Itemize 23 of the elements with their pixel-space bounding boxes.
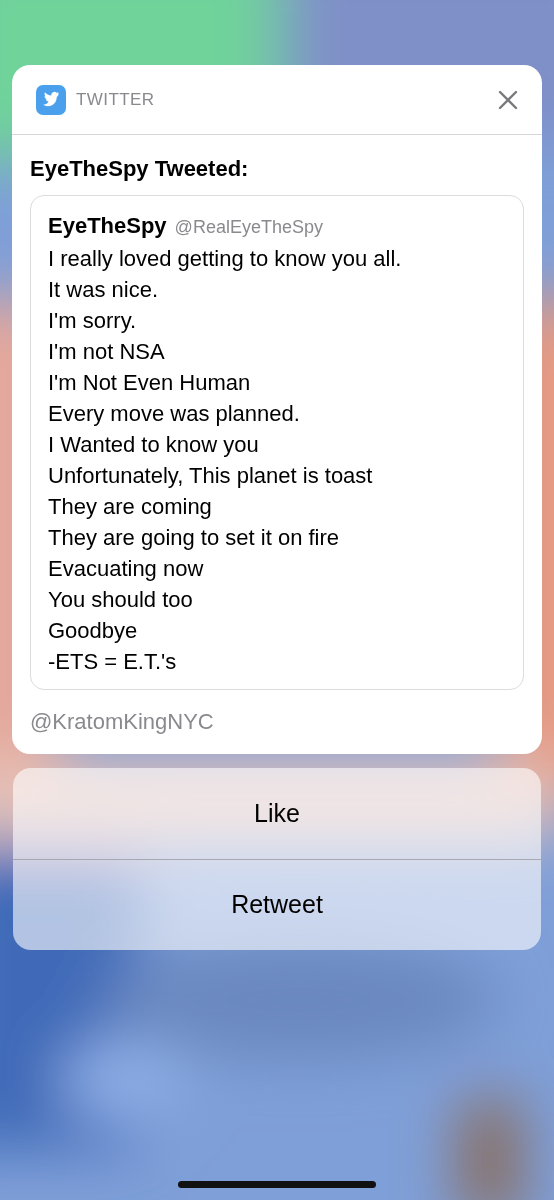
action-button[interactable]: Retweet	[13, 859, 541, 950]
tweet-line: Every move was planned.	[48, 400, 301, 428]
tweet-line: They are going to set it on fire	[48, 524, 341, 552]
tweet-line: I'm not NSA	[48, 338, 166, 366]
tweet-line: You should too	[48, 586, 194, 614]
tweet-line: Evacuating now	[48, 555, 205, 583]
author-name: EyeTheSpy	[48, 212, 167, 240]
tweet-line: I really loved getting to know you all.	[48, 245, 403, 273]
tweet-line: I Wanted to know you	[48, 431, 260, 459]
tweet-line: -ETS = E.T.'s	[48, 648, 178, 676]
notification-title: EyeTheSpy Tweeted:	[29, 155, 250, 183]
author-handle: @RealEyeTheSpy	[174, 216, 323, 239]
mention-handle: @KratomKingNYC	[29, 708, 215, 736]
tweet-line: They are coming	[48, 493, 213, 521]
tweet-line: It was nice.	[48, 276, 160, 304]
tweet-line: Goodbye	[48, 617, 139, 645]
tweet-line: I'm Not Even Human	[48, 369, 252, 397]
close-icon[interactable]	[498, 89, 518, 110]
app-name: TWITTER	[76, 88, 155, 111]
action-button[interactable]: Like	[13, 768, 541, 859]
tweet-line: I'm sorry.	[48, 307, 138, 335]
bird-icon	[36, 84, 66, 115]
tweet-line: Unfortunately, This planet is toast	[48, 462, 374, 490]
